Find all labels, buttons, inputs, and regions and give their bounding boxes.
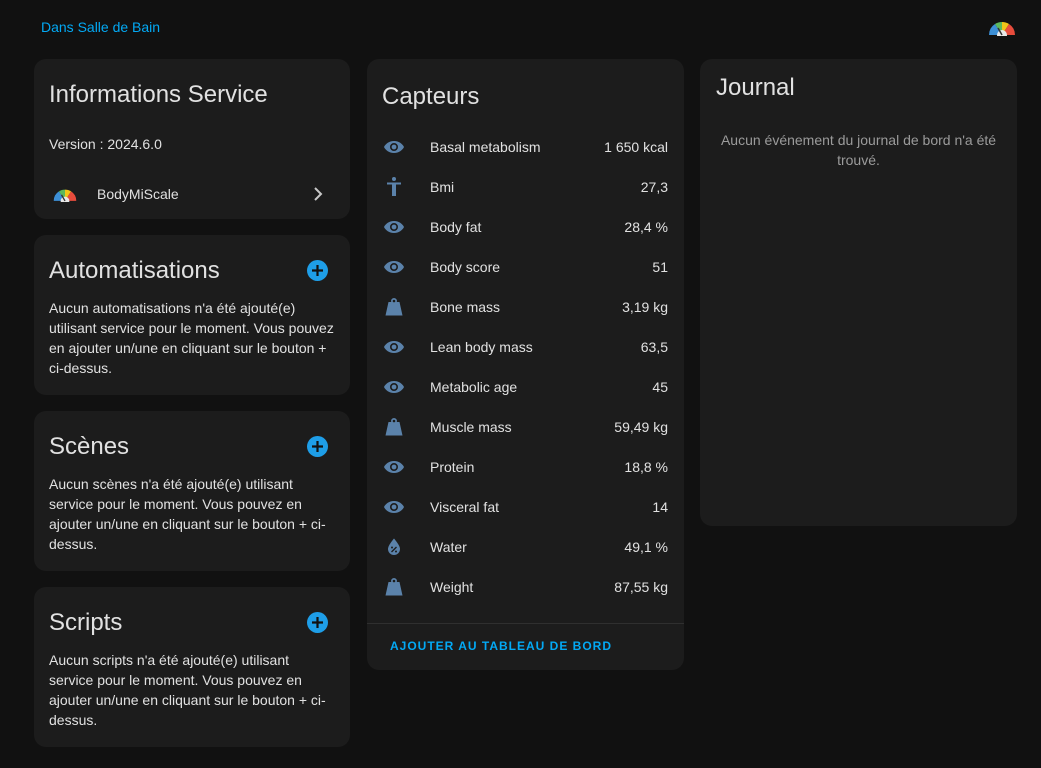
scenes-title: Scènes (49, 433, 130, 460)
journal-empty-text: Aucun événement du journal de bord n'a é… (720, 132, 997, 168)
top-bar: Dans Salle de Bain (0, 0, 1041, 56)
scenes-card: Scènes Aucun scènes n'a été ajouté(e) ut… (34, 411, 350, 571)
chevron-right-icon (314, 187, 323, 201)
scenes-description: Aucun scènes n'a été ajouté(e) utilisant… (49, 476, 326, 552)
sensor-value: 1 650 kcal (604, 139, 668, 155)
sensor-value: 59,49 kg (614, 419, 668, 435)
sensor-name: Bmi (430, 179, 455, 195)
automations-description: Aucun automatisations n'a été ajouté(e) … (49, 300, 334, 376)
sensor-name: Protein (430, 459, 475, 475)
automations-title: Automatisations (49, 257, 220, 284)
add-to-dashboard-button[interactable]: AJOUTER AU TABLEAU DE BORD (390, 639, 612, 653)
weight-icon (385, 418, 403, 436)
sensor-row[interactable]: Visceral fat 14 (367, 487, 684, 527)
add-scene-button[interactable] (307, 436, 328, 457)
sensor-row[interactable]: Basal metabolism 1 650 kcal (367, 127, 684, 167)
journal-card: Journal Aucun événement du journal de bo… (700, 59, 1017, 526)
eye-icon (384, 341, 404, 353)
sensor-value: 14 (652, 499, 668, 515)
info-card: Informations Service Version : 2024.6.0 … (34, 59, 350, 219)
sensor-list: Basal metabolism 1 650 kcal Bmi 27,3 Body fa… (367, 127, 684, 607)
eye-icon (384, 461, 404, 473)
bodymiscale-gauge-icon (53, 189, 77, 202)
area-link[interactable]: Dans Salle de Bain (41, 19, 160, 35)
scripts-description: Aucun scripts n'a été ajouté(e) utilisan… (49, 652, 326, 728)
sensor-value: 87,55 kg (614, 579, 668, 595)
sensor-value: 3,19 kg (622, 299, 668, 315)
sensor-row[interactable]: Protein 18,8 % (367, 447, 684, 487)
sensors-title: Capteurs (382, 83, 480, 110)
sensor-value: 18,8 % (624, 459, 668, 475)
sensor-row[interactable]: Lean body mass 63,5 (367, 327, 684, 367)
sensor-name: Lean body mass (430, 339, 533, 355)
weight-icon (385, 578, 403, 596)
water-percent-icon (388, 538, 400, 555)
sensor-name: Visceral fat (430, 499, 499, 515)
journal-title: Journal (716, 74, 795, 101)
eye-icon (384, 221, 404, 233)
sensor-value: 45 (652, 379, 668, 395)
plus-icon (312, 441, 323, 452)
sensor-name: Weight (430, 579, 474, 595)
sensor-value: 51 (652, 259, 668, 275)
eye-icon (384, 381, 404, 393)
weight-icon (385, 298, 403, 316)
sensor-row[interactable]: Bmi 27,3 (367, 167, 684, 207)
plus-icon (312, 265, 323, 276)
sensor-name: Muscle mass (430, 419, 512, 435)
sensor-value: 27,3 (640, 179, 668, 195)
scripts-title: Scripts (49, 609, 123, 636)
sensor-row[interactable]: Water 49,1 % (367, 527, 684, 567)
sensor-name: Body fat (430, 219, 482, 235)
sensor-name: Basal metabolism (430, 139, 541, 155)
bodymiscale-gauge-icon (988, 21, 1016, 36)
add-script-button[interactable] (307, 612, 328, 633)
device-name: BodyMiScale (97, 186, 179, 202)
sensor-name: Body score (430, 259, 501, 275)
sensor-value: 63,5 (640, 339, 668, 355)
plus-icon (312, 617, 323, 628)
version-text: Version : 2024.6.0 (49, 136, 162, 152)
sensor-row[interactable]: Body score 51 (367, 247, 684, 287)
eye-icon (384, 501, 404, 513)
device-row[interactable]: BodyMiScale (34, 175, 350, 215)
add-automation-button[interactable] (307, 260, 328, 281)
sensor-row[interactable]: Muscle mass 59,49 kg (367, 407, 684, 447)
sensor-row[interactable]: Metabolic age 45 (367, 367, 684, 407)
eye-icon (384, 261, 404, 273)
scripts-card: Scripts Aucun scripts n'a été ajouté(e) … (34, 587, 350, 747)
sensor-value: 49,1 % (624, 539, 668, 555)
human-icon (387, 177, 401, 196)
automations-card: Automatisations Aucun automatisations n'… (34, 235, 350, 395)
sensor-name: Bone mass (430, 299, 501, 315)
sensor-name: Metabolic age (430, 379, 518, 395)
divider (367, 623, 684, 624)
sensor-name: Water (430, 539, 467, 555)
info-card-title: Informations Service (49, 81, 268, 108)
sensor-row[interactable]: Bone mass 3,19 kg (367, 287, 684, 327)
sensor-value: 28,4 % (624, 219, 668, 235)
sensor-row[interactable]: Body fat 28,4 % (367, 207, 684, 247)
sensor-row[interactable]: Weight 87,55 kg (367, 567, 684, 607)
sensors-card: Capteurs Basal metabolism 1 650 kcal Bmi 27… (367, 59, 684, 670)
eye-icon (384, 141, 404, 153)
